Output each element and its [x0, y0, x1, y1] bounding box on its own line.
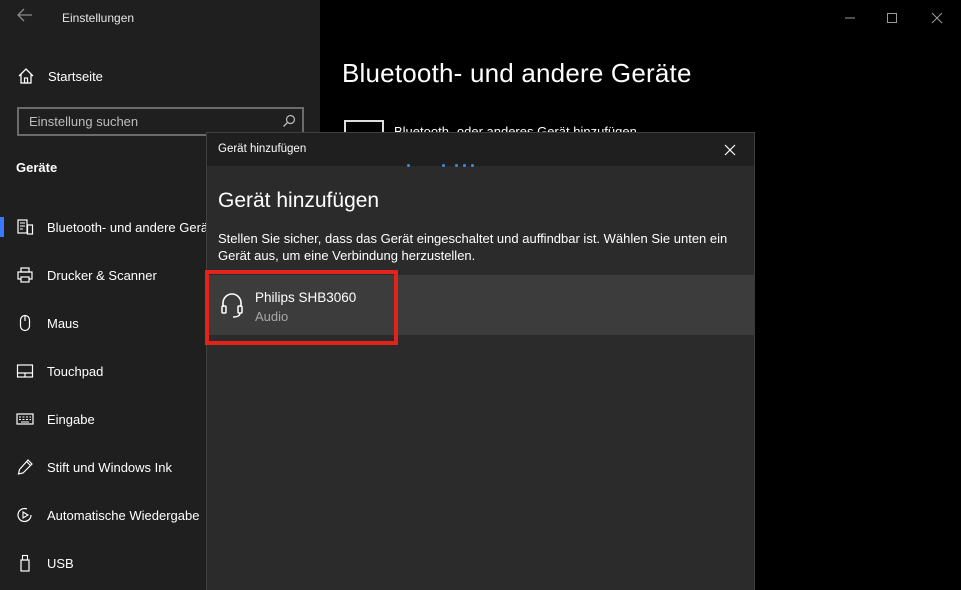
back-arrow-icon[interactable]: [14, 8, 36, 28]
dialog-titlebar: Gerät hinzufügen: [207, 133, 754, 166]
close-icon: [724, 144, 736, 156]
dialog-heading: Gerät hinzufügen: [218, 189, 380, 212]
bluetooth-devices-icon: [16, 218, 34, 236]
progress-dot: [471, 164, 474, 167]
page-title: Bluetooth- und andere Geräte: [342, 58, 692, 88]
progress-dot: [442, 164, 445, 167]
sidebar-item-label: Eingabe: [47, 411, 95, 427]
sidebar-item-label: Touchpad: [47, 363, 104, 379]
sidebar-item-label: USB: [47, 555, 74, 571]
maximize-icon[interactable]: [869, 6, 915, 30]
sidebar-item-label: Automatische Wiedergabe: [47, 507, 200, 523]
section-title: Geräte: [16, 160, 58, 175]
close-icon[interactable]: [914, 6, 960, 30]
usb-icon: [16, 554, 34, 572]
touchpad-icon: [16, 362, 34, 380]
progress-dot: [455, 164, 458, 167]
sidebar-item-label: Drucker & Scanner: [47, 267, 157, 283]
dialog-description: Stellen Sie sicher, dass das Gerät einge…: [218, 231, 728, 263]
sidebar-item-label: Bluetooth- und andere Geräte: [47, 219, 220, 235]
search-icon[interactable]: [282, 114, 296, 128]
device-name: Philips SHB3060: [255, 290, 357, 305]
add-device-dialog: Gerät hinzufügen Gerät hinzufügen Stelle…: [206, 132, 755, 590]
printer-icon: [16, 266, 34, 284]
app-title: Einstellungen: [62, 11, 135, 25]
search-input[interactable]: [19, 109, 302, 134]
headset-icon: [220, 291, 244, 319]
minimize-icon[interactable]: [827, 6, 873, 30]
progress-dot: [463, 164, 466, 167]
sidebar-item-label: Stift und Windows Ink: [47, 459, 172, 475]
home-label: Startseite: [48, 68, 103, 84]
sidebar-item-label: Maus: [47, 315, 79, 331]
home-icon: [16, 66, 36, 86]
pen-icon: [16, 458, 34, 476]
dialog-caption: Gerät hinzufügen: [218, 143, 307, 155]
autoplay-icon: [16, 506, 34, 524]
keyboard-icon: [16, 410, 34, 428]
progress-dot: [407, 164, 410, 167]
searching-progress-dots: [207, 164, 474, 168]
device-type: Audio: [255, 309, 289, 324]
device-list-item[interactable]: Philips SHB3060 Audio: [208, 275, 755, 335]
dialog-close-button[interactable]: [712, 137, 748, 163]
mouse-icon: [16, 314, 34, 332]
home-link[interactable]: Startseite: [16, 64, 103, 88]
